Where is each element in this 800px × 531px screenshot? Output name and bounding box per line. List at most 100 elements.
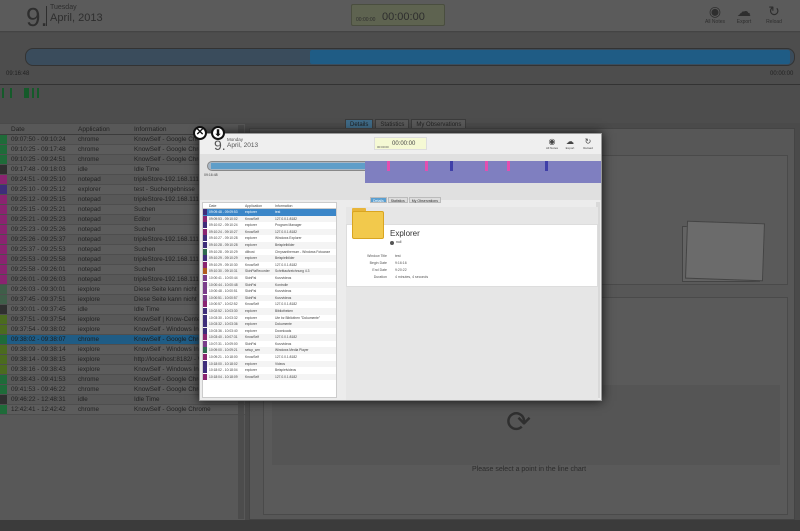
screenshot-thumbnail[interactable] [685,220,765,282]
row-information: Kurzvideos [275,341,292,346]
row-date: 09:30:01 - 09:37:45 [11,306,66,313]
modal-table-row[interactable]: 09:09:48 - 09:09:53 explorer test [203,209,336,216]
modal-table-row[interactable]: 10:00:41 - 10:00:44 SkinPal Kurzvideos [203,274,336,282]
row-application: chrome [78,156,99,163]
modal-export-button[interactable]: ☁ Export [562,137,578,150]
row-application: chrome [78,386,99,393]
row-date: 09:25:37 - 09:25:53 [11,246,66,253]
modal-table-row[interactable]: 10:03:30 - 10:03:32 explorer Ute bz Biblio… [203,314,336,322]
row-date: 09:10:25 - 09:24:51 [11,156,66,163]
modal-table-row[interactable]: 09:10:02 - 09:10:24 explorer Program Manag… [203,222,336,229]
screenshot-preview-modal: 9. Monday April, 2013 00:00:00 00:00:00 … [199,133,602,401]
row-application: explorer [245,308,257,313]
modal-table-row[interactable]: 10:00:57 - 10:02:52 KnowSelf 127.0.0.1:818… [203,301,336,308]
row-date: 09:37:54 - 09:38:02 [11,326,66,333]
modal-all-notes-button[interactable]: ◉ All Notes [544,137,560,150]
timeline-scrollbar[interactable] [25,48,795,66]
app-color-swatch [203,209,207,215]
row-application: KnowSelf [245,216,259,221]
row-application: KnowSelf [245,229,259,234]
modal-table-row[interactable]: 09:10:29 - 09:10:29 explorer Beispielbilde… [203,255,336,262]
modal-table-row[interactable]: 09:10:29 - 09:10:30 KnowSelf 127.0.0.1:818… [203,261,336,269]
modal-table-row[interactable]: 10:00:44 - 10:00:48 SkinPal Kontrolle [203,281,336,289]
modal-table-row[interactable]: 09:10:27 - 09:10:28 explorer Windows Explo… [203,235,336,242]
app-color-swatch [203,321,207,328]
modal-col-application[interactable]: Application [245,203,275,208]
modal-table-row[interactable]: 09:10:28 - 09:10:28 explorer Beispielbilde… [203,241,336,249]
modal-table-row[interactable]: 10:00:51 - 10:00:57 SkinPal Kurzvideos [203,294,336,302]
modal-tab-statistics[interactable]: Statistics [387,197,408,203]
export-button[interactable]: ☁ Export [731,4,757,26]
row-date: 09:09:53 - 09:10:02 [209,216,238,221]
app-color-swatch [203,327,207,334]
modal-table-row[interactable]: 10:03:40 - 10:07:31 KnowSelf 127.0.0.1:818… [203,334,336,341]
row-application: explorer [245,256,257,261]
row-date: 09:25:15 - 09:25:21 [11,206,66,213]
modal-table-row[interactable]: 10:09:21 - 10:18:00 KnowSelf 127.0.0.1:818… [203,354,336,361]
row-information: Program Manager [275,223,302,228]
modal-activity-strip[interactable] [365,161,601,183]
col-application[interactable]: Application [78,124,134,134]
row-application: notepad [78,206,101,213]
close-icon[interactable]: ✕ [193,126,207,140]
app-color-swatch [0,255,7,264]
all-notes-button[interactable]: ◉ All Notes [702,4,728,26]
modal-table-row[interactable]: 10:00:48 - 10:00:51 SkinPal Kurzvideos [203,288,336,295]
modal-table-row[interactable]: 10:18:04 - 10:18:09 KnowSelf 127.0.0.1:818… [203,373,336,381]
modal-table-row[interactable]: 09:10:24 - 09:10:27 KnowSelf 127.0.0.1:818… [203,228,336,236]
modal-table-row[interactable]: 10:07:31 - 10:09:00 SkinPal Kurzvideos [203,340,336,348]
app-color-swatch [203,222,207,229]
modal-col-date[interactable]: Date [203,203,245,208]
row-information: test [275,210,281,214]
modal-timer: 00:00:00 00:00:00 [374,137,427,150]
loading-refresh-icon: ⟳ [506,406,532,439]
row-application: chrome [78,336,99,343]
row-application: notepad [78,226,101,233]
row-date: 09:37:45 - 09:37:51 [11,296,66,303]
row-information: Schrittaufzeichnung 4.3 [275,269,310,274]
app-color-swatch [203,354,207,361]
download-icon[interactable]: ⬇ [211,126,225,140]
row-date: 09:26:01 - 09:26:03 [11,276,66,283]
row-application: explorer [245,236,257,241]
detail-begin-date: Begin Date 9:16:16 [369,261,407,265]
modal-tab-my-observations[interactable]: My Observations [408,197,441,203]
app-color-swatch [0,295,7,304]
modal-table-row[interactable]: 10:18:00 - 10:18:02 explorer Videos [203,360,336,368]
row-date: 09:38:43 - 09:41:53 [11,376,66,383]
row-application: notepad [78,196,101,203]
timeline-selection[interactable] [310,50,790,64]
modal-tab-details[interactable]: Details [370,197,387,203]
modal-table-row[interactable]: 09:09:53 - 09:10:02 KnowSelf 127.0.0.1:818… [203,215,336,223]
row-application: SkinPal [245,341,257,346]
col-date[interactable]: Date [0,124,78,134]
modal-detail-title: Explorer [390,229,420,238]
row-date: 09:24:51 - 09:25:10 [11,176,66,183]
select-point-message: Please select a point in the line chart [472,466,587,473]
modal-table-row[interactable]: 10:02:52 - 10:03:30 explorer Bibliotheken [203,307,336,315]
modal-table-row[interactable]: 09:10:28 - 09:10:29 dllhost Chrysanthemum … [203,248,336,256]
modal-table-row[interactable]: 10:09:00 - 10:09:21 setup_wm Windows Media… [203,347,336,355]
app-color-swatch [203,261,207,268]
modal-table-row[interactable]: 09:10:30 - 09:10:31 SkinPlaRecorder Schrit… [203,268,336,275]
modal-reload-button[interactable]: ↻ Reload [580,137,596,150]
app-color-swatch [203,228,207,235]
row-application: KnowSelf [245,302,259,307]
app-color-swatch [203,248,207,255]
row-date: 10:09:21 - 10:18:00 [209,355,238,360]
row-information: Ute bz Bibliothen "Dokumente" [275,315,321,320]
app-color-swatch [203,241,207,248]
app-color-swatch [203,307,207,314]
modal-table-row[interactable]: 10:03:32 - 10:03:36 explorer Dokumente [203,321,336,328]
modal-table-row[interactable]: 10:18:02 - 10:18:04 explorer Beispielvideo… [203,367,336,374]
modal-col-information[interactable]: Information [275,203,335,208]
modal-timeline-start: 09:16:48 [204,173,218,177]
app-color-swatch [203,340,207,347]
folder-icon [352,211,384,239]
table-row[interactable]: 12:42:41 - 12:42:42 chrome KnowSelf - Goog… [0,405,245,415]
modal-table-row[interactable]: 10:03:36 - 10:03:40 explorer Downloads [203,327,336,335]
app-color-swatch [0,375,7,384]
reload-button[interactable]: ↻ Reload [761,4,787,26]
row-date: 09:10:28 - 09:10:29 [209,249,238,254]
activity-strip[interactable] [0,88,800,98]
